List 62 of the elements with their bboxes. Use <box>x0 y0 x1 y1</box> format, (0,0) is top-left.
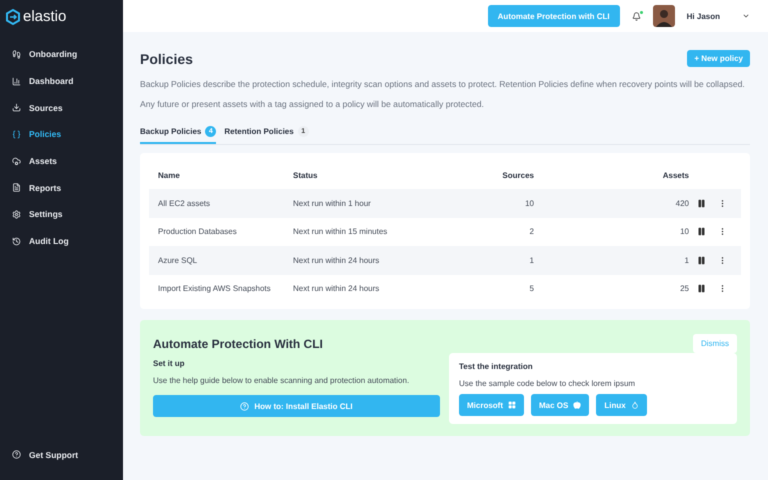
table-row[interactable]: All EC2 assets Next run within 1 hour 10 420 <box>149 189 741 218</box>
avatar <box>652 5 675 27</box>
table-cell-text: 10 <box>524 198 534 208</box>
braces-icon <box>12 130 21 139</box>
table-cell-text: 5 <box>528 284 534 294</box>
nav-item[interactable]: Dashboard <box>0 68 123 94</box>
cli-title: Automate Protection With CLI <box>153 336 323 350</box>
document-icon <box>12 183 21 192</box>
nav-item[interactable]: Settings <box>0 201 123 228</box>
caret-icon[interactable] <box>742 12 750 20</box>
page-description: Any future or present assets with a tag assigned to a policy will be automatically protected. <box>140 99 485 110</box>
pause-icon[interactable] <box>697 256 706 265</box>
cloud-icon <box>12 156 21 166</box>
table-cell-text: Next run within 1 hour <box>292 198 372 208</box>
table-cell-text: Next run within 15 minutes <box>292 227 388 236</box>
test-text: Use the sample code below to check lorem ipsum <box>459 379 636 388</box>
user-greeting[interactable]: Hi Jason <box>686 12 720 20</box>
table-cell-text: Next run within 24 hours <box>292 256 380 265</box>
column-header: Status <box>292 170 318 180</box>
settings-icon <box>12 210 21 219</box>
column-header: Sources <box>501 170 534 180</box>
table-cell-text: Production Databases <box>157 227 238 236</box>
help-icon <box>240 402 250 410</box>
apple-icon <box>573 401 582 409</box>
nav-item[interactable]: Reports <box>0 174 123 202</box>
test-heading: Test the integration <box>459 362 534 371</box>
brand-name: elastio <box>23 8 66 25</box>
drop-icon <box>630 401 639 409</box>
table-cell-text: 1 <box>528 256 534 265</box>
logo-icon <box>6 8 20 24</box>
nav-item[interactable]: Sources <box>0 94 123 122</box>
setup-text: Use the help guide below to enable scanning and protection automation. <box>153 376 410 385</box>
support-link[interactable]: Get Support <box>0 441 123 468</box>
nav-item[interactable]: Policies <box>0 121 123 148</box>
table-cell-text: 2 <box>528 227 534 236</box>
table-cell-text: 420 <box>674 198 689 208</box>
table-cell-text: Next run within 24 hours <box>292 284 380 294</box>
table-cell-text: 25 <box>679 284 689 294</box>
setup-heading: Set it up <box>153 359 186 368</box>
table-row[interactable]: Azure SQL Next run within 24 hours 1 1 <box>149 246 741 274</box>
bar-chart-icon <box>12 76 21 86</box>
nav-item[interactable]: Onboarding <box>0 41 123 68</box>
page-title: Policies <box>140 50 193 66</box>
page-description: Backup Policies describe the protection schedule, integrity scan options and assets to protect. Retention Policies define when recovery points will be collapsed. <box>140 79 746 90</box>
table-cell-text: Import Existing AWS Snapshots <box>157 284 272 294</box>
pause-icon[interactable] <box>697 284 706 294</box>
windows-icon <box>508 401 516 409</box>
help-icon <box>12 450 21 460</box>
pause-icon[interactable] <box>697 198 706 208</box>
table-cell-text: Azure SQL <box>157 256 198 265</box>
table-cell-text: All EC2 assets <box>157 198 212 208</box>
column-header: Assets <box>662 170 689 180</box>
table-cell-text: 1 <box>684 256 689 265</box>
download-icon <box>12 103 21 112</box>
bell-icon[interactable] <box>632 12 641 20</box>
pause-icon[interactable] <box>697 227 706 236</box>
history-icon <box>12 236 21 246</box>
column-header: Name <box>157 170 181 180</box>
footprints-icon <box>12 50 21 59</box>
nav-item[interactable]: Assets <box>0 148 123 174</box>
table-cell-text: 10 <box>679 227 689 236</box>
nav-item[interactable]: Audit Log <box>0 228 123 254</box>
